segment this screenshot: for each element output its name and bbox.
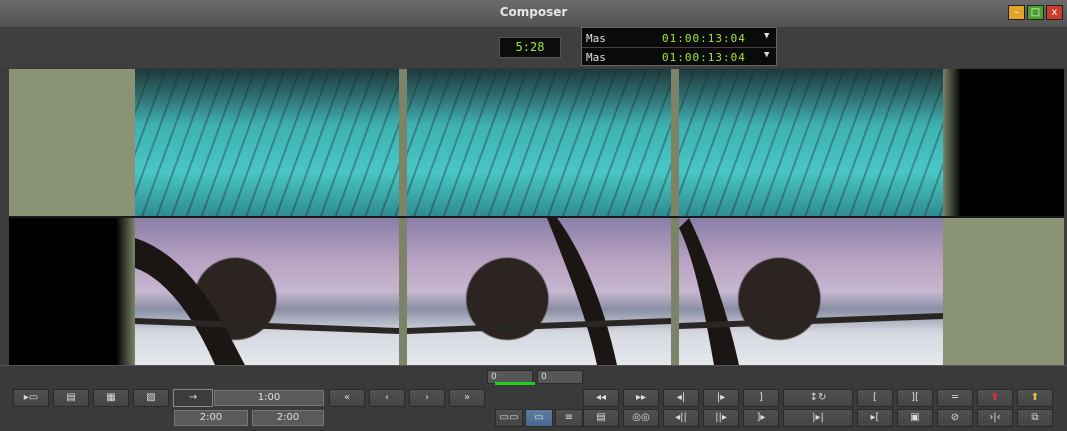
mark-in-button[interactable]: [ — [857, 389, 893, 407]
frame-divider — [399, 69, 407, 216]
frame-divider — [671, 69, 679, 216]
helicopter-strut-graphic — [679, 218, 943, 365]
maximize-button[interactable]: □ — [1027, 5, 1044, 20]
go-to-out-button[interactable]: ||▸ — [703, 409, 739, 427]
empty-frame-panel — [9, 218, 135, 365]
duration-display: 5:28 — [499, 37, 561, 58]
go-to-in-button[interactable]: ◂|| — [663, 409, 699, 427]
grid-view-button[interactable]: ▦ — [93, 389, 129, 407]
step-left-button[interactable]: ◂| — [663, 389, 699, 407]
trim-edit-button[interactable]: ›|‹ — [977, 409, 1013, 427]
helicopter-strut-graphic — [135, 238, 399, 365]
timecode-row[interactable]: Mas 01:00:13:04 ▼ — [582, 29, 776, 48]
water-frame-left[interactable] — [135, 69, 399, 216]
splice-button[interactable]: ═ — [937, 389, 973, 407]
window-title: Composer — [499, 5, 568, 19]
track-label: Mas — [586, 32, 606, 45]
close-button[interactable]: x — [1046, 5, 1063, 20]
loop-button[interactable]: ◎◎ — [623, 409, 659, 427]
lift-icon[interactable]: ⬆ — [977, 389, 1013, 407]
play-forward-button[interactable]: ▸▸ — [623, 389, 659, 407]
track-label: Mas — [586, 51, 606, 64]
dropdown-arrow-icon[interactable]: ▼ — [764, 50, 769, 60]
minimize-button[interactable]: – — [1008, 5, 1025, 20]
scrub-slider-right[interactable]: 0 — [537, 370, 583, 384]
helicopter-strut-graphic — [407, 218, 671, 365]
play-to-out-button[interactable]: ]▸ — [743, 409, 779, 427]
duration-field-a[interactable]: 2:00 — [174, 410, 248, 426]
scrub-position-indicator — [495, 382, 535, 385]
record-monitor-button[interactable]: ▸▭ — [13, 389, 49, 407]
timecode-value: 01:00:13:04 — [662, 51, 746, 64]
mark-out-button[interactable]: ] — [743, 389, 779, 407]
play-in-to-out-button[interactable]: |▸| — [783, 409, 853, 427]
dropdown-arrow-icon[interactable]: ▼ — [764, 31, 769, 41]
copy-button[interactable]: ⧉ — [1017, 409, 1053, 427]
timecode-value: 01:00:13:04 — [662, 32, 746, 45]
duration-field[interactable]: 1:00 — [214, 390, 324, 406]
trim-monitor-grid — [9, 69, 1064, 365]
effect-view-button[interactable]: ▨ — [133, 389, 169, 407]
frame-divider — [399, 218, 407, 365]
single-monitor-button[interactable]: ▤ — [53, 389, 89, 407]
empty-frame-panel — [943, 218, 1064, 365]
title-bar: Composer – □ x — [0, 0, 1067, 28]
play-from-in-button[interactable]: ▸[ — [857, 409, 893, 427]
trim-toggle-button[interactable]: ↕↻ — [783, 389, 853, 407]
step-right-button[interactable]: |▸ — [703, 389, 739, 407]
forward-fast-button[interactable]: » — [449, 389, 485, 407]
play-reverse-button[interactable]: ◂◂ — [583, 389, 619, 407]
step-back-button[interactable]: ‹ — [369, 389, 405, 407]
timecode-row[interactable]: Mas 01:00:13:04 ▼ — [582, 48, 776, 66]
frame-divider — [671, 218, 679, 365]
helicopter-frame-left[interactable] — [135, 218, 399, 365]
helicopter-frame-right[interactable] — [679, 218, 943, 365]
settings-button[interactable]: ≡ — [555, 409, 583, 427]
step-forward-button[interactable]: › — [409, 389, 445, 407]
source-monitor-button[interactable]: ▭ — [525, 409, 553, 427]
dual-monitor-button[interactable]: ▭▭ — [495, 409, 523, 427]
helicopter-frame-center[interactable] — [407, 218, 671, 365]
empty-frame-panel — [9, 69, 135, 216]
water-frame-right[interactable] — [679, 69, 943, 216]
play-loop-arrow-icon[interactable]: → — [173, 389, 213, 407]
timecode-display: Mas 01:00:13:04 ▼ Mas 01:00:13:04 ▼ — [581, 27, 777, 66]
match-frame-button[interactable]: ▣ — [897, 409, 933, 427]
water-frame-center[interactable] — [407, 69, 671, 216]
timeline-view-button[interactable]: ▤ — [583, 409, 619, 427]
duration-field-b[interactable]: 2:00 — [252, 410, 324, 426]
clear-icon[interactable]: ⊘ — [937, 409, 973, 427]
clear-marks-button[interactable]: ][ — [897, 389, 933, 407]
extract-icon[interactable]: ⬆ — [1017, 389, 1053, 407]
empty-frame-panel — [943, 69, 1064, 216]
rewind-fast-button[interactable]: « — [329, 389, 365, 407]
